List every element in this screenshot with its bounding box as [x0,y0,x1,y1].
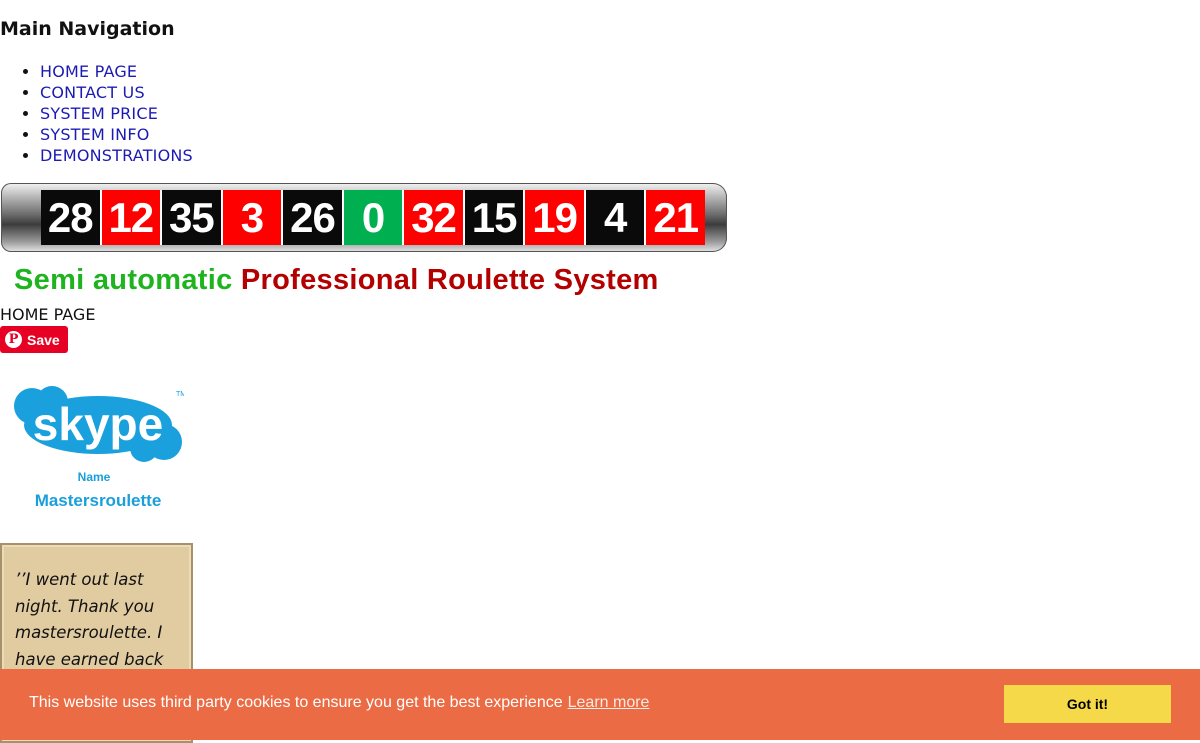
cookie-accept-button[interactable]: Got it! [1004,685,1171,723]
headline-semi-automatic: Semi automatic [14,264,233,296]
main-navigation-title: Main Navigation [0,18,175,40]
roulette-number-cell: 19 [525,190,586,245]
roulette-numbers-banner: 28 12 35 3 26 0 32 15 19 4 21 [1,183,727,252]
skype-logo-icon: skype TM [12,384,186,464]
nav-item-home: HOME PAGE [40,61,193,82]
cookie-consent-bar: This website uses third party cookies to… [0,669,1200,740]
roulette-number-cell: 32 [404,190,465,245]
site-headline: Semi automatic Professional Roulette Sys… [14,264,659,297]
cookie-message-text: This website uses third party cookies to… [29,694,563,711]
cookie-message: This website uses third party cookies to… [29,694,649,712]
main-navigation-list: HOME PAGE CONTACT US SYSTEM PRICE SYSTEM… [0,61,193,166]
roulette-number-cell: 15 [464,190,526,245]
nav-link-demos[interactable]: DEMONSTRATIONS [40,146,193,165]
nav-item-contact: CONTACT US [40,82,193,103]
roulette-number-cell: 35 [162,190,223,245]
pinterest-save-button[interactable]: P Save [0,326,68,353]
nav-link-price[interactable]: SYSTEM PRICE [40,104,158,123]
svg-text:TM: TM [176,391,184,398]
roulette-number-cell: 12 [101,190,163,245]
roulette-number-cell: 28 [41,190,102,245]
skype-logo-text: skype [33,398,163,450]
nav-item-demos: DEMONSTRATIONS [40,145,193,166]
pinterest-save-label: Save [27,331,60,348]
nav-item-price: SYSTEM PRICE [40,103,193,124]
skype-handle: Mastersroulette [34,491,162,510]
roulette-number-cell: 3 [222,190,284,245]
roulette-number-cell: 0 [343,190,405,245]
cookie-learn-more-link[interactable]: Learn more [568,694,650,711]
nav-link-contact[interactable]: CONTACT US [40,83,145,102]
headline-professional-system: Professional Roulette System [240,264,659,296]
nav-link-info[interactable]: SYSTEM INFO [40,125,150,144]
roulette-number-cell: 4 [585,190,647,245]
skype-contact-image[interactable]: skype TM Name Mastersroulette [2,372,192,520]
roulette-number-cell: 21 [646,190,706,245]
roulette-numbers-strip: 28 12 35 3 26 0 32 15 19 4 21 [41,190,706,245]
breadcrumb: HOME PAGE [0,305,96,324]
nav-item-info: SYSTEM INFO [40,124,193,145]
nav-link-home[interactable]: HOME PAGE [40,62,137,81]
skype-name-label: Name [77,470,111,484]
pinterest-icon: P [5,331,22,348]
roulette-number-cell: 26 [283,190,344,245]
